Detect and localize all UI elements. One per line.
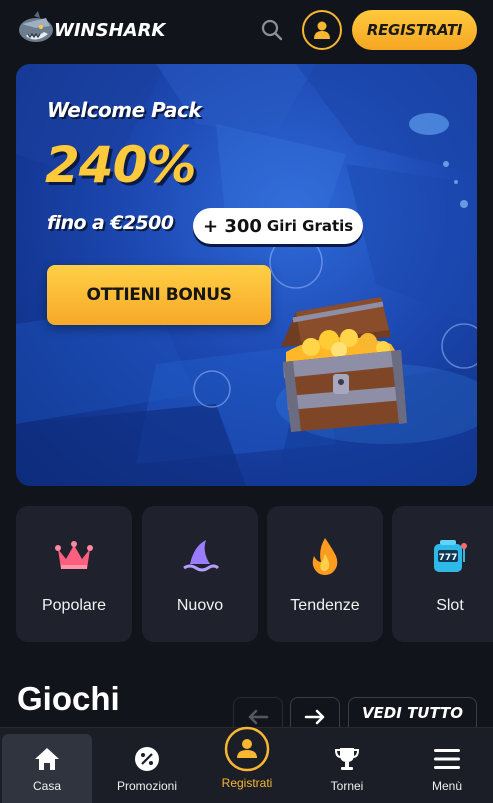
category-label: Popolare [41,597,107,614]
get-bonus-button[interactable]: OTTIENI BONUS [47,265,271,325]
free-spins-label: Giri Gratis [266,217,354,235]
welcome-banner[interactable]: Welcome Pack 240% fino a €2500 + 300 Gir… [16,64,477,486]
nav-label: Casa [32,779,61,793]
nav-label: Tornei [330,779,364,793]
arrow-right-icon [304,709,325,725]
brand-logo[interactable]: WINSHARK [16,10,165,50]
nav-tournaments[interactable]: Tornei [302,728,392,803]
games-section-title: Giochi [17,680,120,717]
category-popular[interactable]: Popolare [16,506,132,642]
banner-title: Welcome Pack [47,98,202,122]
svg-text:777: 777 [439,553,458,563]
trophy-icon [334,748,360,770]
home-icon [35,748,59,770]
banner-percent: 240% [45,136,196,194]
category-slot[interactable]: 777 Slot [392,506,493,642]
nav-home[interactable]: Casa [2,734,92,803]
nav-label: Promozioni [116,779,178,793]
category-label: Slot [436,597,464,614]
percent-icon [135,747,159,771]
treasure-chest-icon [281,297,407,432]
nav-label: Menù [431,779,463,793]
nav-menu[interactable]: Menù [402,728,492,803]
nav-label: Registrati [221,776,273,790]
category-label: Tendenze [290,597,360,614]
nav-register[interactable]: Registrati [202,726,292,803]
brand-name: WINSHARK [54,19,166,41]
bottom-navigation: Casa Promozioni Registrati Tornei Menù [0,726,493,803]
category-trending[interactable]: Tendenze [267,506,383,642]
shark-fin-icon [183,540,220,572]
shark-logo-icon [16,10,56,50]
category-label: Nuovo [176,597,224,614]
search-icon [261,19,283,41]
register-button[interactable]: REGISTRATI [352,10,477,50]
crown-icon [55,541,93,569]
flame-icon [312,538,338,575]
login-avatar-button[interactable] [302,10,342,50]
free-spins-badge: + 300 Giri Gratis [193,208,364,244]
arrow-left-icon [248,709,269,725]
category-carousel[interactable]: Popolare Nuovo Tendenze 777 Slot [16,506,493,642]
slot-machine-icon: 777 [434,540,467,572]
free-spins-count: + 300 [203,215,262,237]
search-button[interactable] [259,17,285,43]
user-icon [314,21,330,39]
header: WINSHARK REGISTRATI [0,0,493,62]
nav-promotions[interactable]: Promozioni [102,728,192,803]
user-icon [224,726,270,772]
banner-max-amount: fino a €2500 [47,212,174,234]
category-new[interactable]: Nuovo [142,506,258,642]
hamburger-menu-icon [434,749,460,769]
